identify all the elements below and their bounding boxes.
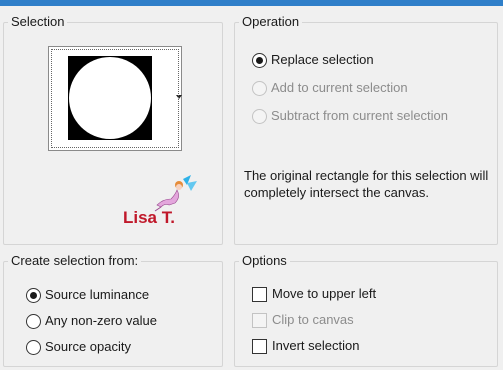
clip-to-canvas-checkbox xyxy=(252,312,267,328)
operation-info-text: The original rectangle for this selectio… xyxy=(244,168,489,200)
selection-preview[interactable] xyxy=(48,46,182,151)
clip-to-canvas-label: Clip to canvas xyxy=(272,312,354,327)
operation-group-title: Operation xyxy=(239,14,303,30)
add-to-selection-radio xyxy=(252,80,267,96)
replace-selection-label: Replace selection xyxy=(271,52,374,67)
selection-group: Selection Lisa T. xyxy=(3,14,223,245)
invert-selection-option[interactable]: Invert selection xyxy=(252,337,359,355)
fairy-icon xyxy=(154,175,197,212)
source-luminance-label: Source luminance xyxy=(45,287,150,302)
source-luminance-radio[interactable] xyxy=(26,287,41,303)
any-nonzero-value-radio[interactable] xyxy=(26,313,41,329)
source-opacity-label: Source opacity xyxy=(45,339,131,354)
move-to-upper-left-checkbox[interactable] xyxy=(252,286,267,302)
preview-dropdown-arrow-icon[interactable] xyxy=(176,95,182,99)
add-to-selection-option: Add to current selection xyxy=(252,79,408,97)
add-to-selection-label: Add to current selection xyxy=(271,80,408,95)
create-selection-group-title: Create selection from: xyxy=(8,253,142,269)
subtract-from-selection-radio xyxy=(252,108,267,124)
move-to-upper-left-option[interactable]: Move to upper left xyxy=(252,285,376,303)
selection-group-title: Selection xyxy=(8,14,68,30)
svg-text:Lisa T.: Lisa T. xyxy=(123,208,175,227)
source-opacity-option[interactable]: Source opacity xyxy=(26,338,131,356)
invert-selection-label: Invert selection xyxy=(272,338,360,353)
window-title-bar-edge xyxy=(0,0,503,6)
source-luminance-option[interactable]: Source luminance xyxy=(26,286,149,304)
options-group-title: Options xyxy=(239,253,290,269)
replace-selection-radio[interactable] xyxy=(252,52,267,68)
operation-group: Operation Replace selection Add to curre… xyxy=(234,14,498,245)
invert-selection-checkbox[interactable] xyxy=(252,338,267,354)
watermark-logo: Lisa T. xyxy=(123,175,197,227)
subtract-from-selection-option: Subtract from current selection xyxy=(252,107,448,125)
subtract-from-selection-label: Subtract from current selection xyxy=(271,108,449,123)
create-selection-group: Create selection from: Source luminance … xyxy=(3,253,223,367)
source-opacity-radio[interactable] xyxy=(26,339,41,355)
any-nonzero-value-option[interactable]: Any non-zero value xyxy=(26,312,157,330)
any-nonzero-value-label: Any non-zero value xyxy=(45,313,158,328)
preview-image xyxy=(68,56,152,140)
options-group: Options Move to upper left Clip to canva… xyxy=(234,253,498,367)
clip-to-canvas-option: Clip to canvas xyxy=(252,311,354,329)
replace-selection-option[interactable]: Replace selection xyxy=(252,51,374,69)
move-to-upper-left-label: Move to upper left xyxy=(272,286,377,301)
